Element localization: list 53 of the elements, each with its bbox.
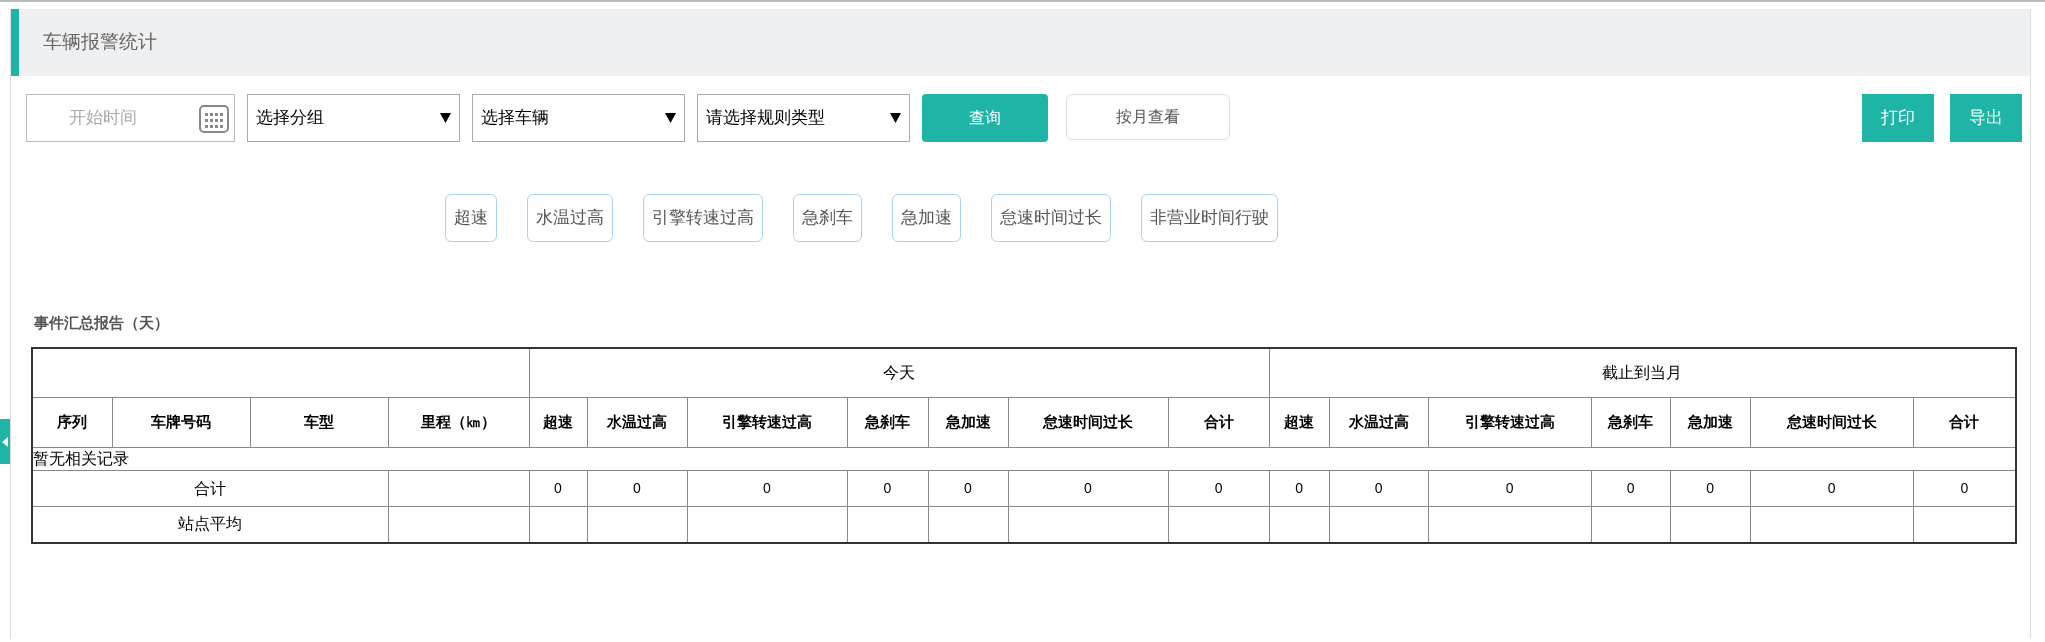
table-cell: 0 <box>847 470 928 507</box>
column-header: 急刹车 <box>847 397 928 448</box>
page-title: 车辆报警统计 <box>43 30 157 55</box>
group-header: 今天 <box>529 347 1270 398</box>
column-header: 水温过高 <box>1329 397 1429 448</box>
left-caret-icon <box>2 436 8 447</box>
table-cell: 0 <box>1269 470 1330 507</box>
column-header: 急加速 <box>928 397 1008 448</box>
column-header: 序列 <box>32 397 112 448</box>
calendar-icon <box>198 102 230 134</box>
column-header: 里程（㎞） <box>388 397 529 448</box>
column-header: 车牌号码 <box>112 397 250 448</box>
column-header: 怠速时间过长 <box>1008 397 1168 448</box>
column-header: 引擎转速过高 <box>1428 397 1592 448</box>
column-header: 怠速时间过长 <box>1750 397 1914 448</box>
report-title: 事件汇总报告（天） <box>34 313 170 333</box>
table-cell: 0 <box>1008 470 1168 507</box>
table-cell: 0 <box>1329 470 1429 507</box>
table-cell: 0 <box>687 470 847 507</box>
collapse-handle[interactable] <box>0 419 10 464</box>
column-header: 水温过高 <box>587 397 687 448</box>
column-header: 超速 <box>1269 397 1330 448</box>
table-cell: 0 <box>1750 470 1914 507</box>
monthly-view-button[interactable]: 按月查看 <box>1066 94 1230 140</box>
dropdown-caret-icon <box>890 113 901 123</box>
rule-type-chip[interactable]: 水温过高 <box>527 194 613 242</box>
dropdown-select[interactable]: 选择车辆 <box>472 94 685 142</box>
table-cell: 0 <box>928 470 1008 507</box>
table-cell: 0 <box>587 470 687 507</box>
rule-type-chip[interactable]: 超速 <box>445 194 497 242</box>
column-header: 急刹车 <box>1591 397 1671 448</box>
column-header: 超速 <box>529 397 587 448</box>
table-cell: 0 <box>529 470 587 507</box>
start-time-field[interactable]: 开始时间 <box>26 94 235 142</box>
rule-type-chip[interactable]: 引擎转速过高 <box>643 194 763 242</box>
table-cell: 0 <box>1591 470 1671 507</box>
dropdown-caret-icon <box>665 113 676 123</box>
table-cell: 0 <box>1168 470 1270 507</box>
rule-type-chip[interactable]: 怠速时间过长 <box>991 194 1111 242</box>
table-cell: 0 <box>1670 470 1751 507</box>
dropdown-select[interactable]: 请选择规则类型 <box>697 94 910 142</box>
column-header: 急加速 <box>1670 397 1751 448</box>
dropdown-caret-icon <box>440 113 451 123</box>
rule-type-chip[interactable]: 非营业时间行驶 <box>1141 194 1278 242</box>
column-header: 引擎转速过高 <box>687 397 847 448</box>
empty-message: 暂无相关记录 <box>32 447 2017 471</box>
table-cell: 0 <box>1428 470 1592 507</box>
column-header: 合计 <box>1168 397 1270 448</box>
column-header: 车型 <box>250 397 388 448</box>
row-label: 合计 <box>32 470 388 507</box>
dropdown-select[interactable]: 选择分组 <box>247 94 460 142</box>
rule-type-chip[interactable]: 急加速 <box>892 194 961 242</box>
rule-type-chip[interactable]: 急刹车 <box>793 194 862 242</box>
